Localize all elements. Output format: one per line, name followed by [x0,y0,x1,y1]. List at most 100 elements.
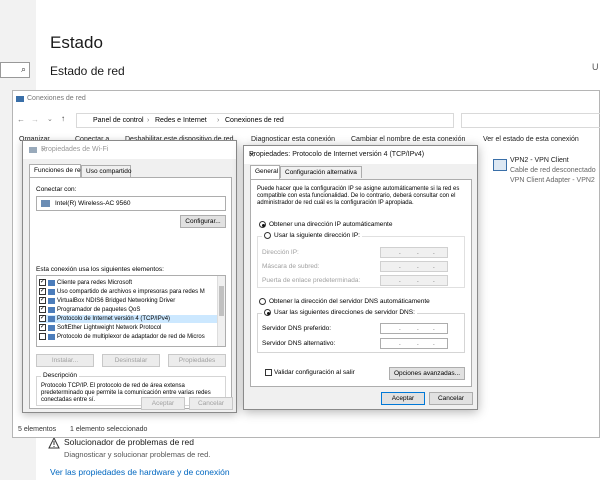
tab-panel: Puede hacer que la configuración IP se a… [250,179,472,387]
back-icon[interactable]: ← [17,115,25,124]
checkbox-checked[interactable]: ✓ [39,306,46,313]
list-item-label: Protocolo de Internet versión 4 (TCP/IPv… [57,316,171,323]
list-item-selected[interactable]: ✓ Protocolo de Internet versión 4 (TCP/IP… [39,315,217,323]
radio-label: Usar las siguientes direcciones de servi… [274,309,415,317]
radio-manual-ip[interactable]: Usar la siguiente dirección IP: [262,232,362,240]
status-bar: 5 elementos 1 elemento seleccionado [13,424,599,438]
window-title: Conexiones de red [27,95,86,102]
page-title: Estado [50,33,103,52]
checkbox-checked[interactable]: ✓ [39,288,46,295]
radio-button[interactable] [264,232,271,239]
scrollbar-thumb[interactable] [219,286,224,316]
chevron-down-icon[interactable]: ⌄ [47,115,53,123]
components-list[interactable]: ✓ Cliente para redes Microsoft ✓ Uso compa… [36,275,226,347]
list-item[interactable]: ✓ Programador de paquetes QoS [39,306,140,314]
network-client-icon [48,279,55,286]
address-bar-row: ← → ⌄ ↑ Panel de control › Redes e Inter… [13,111,600,131]
subnet-mask-field[interactable]: ... [380,261,448,272]
network-protocol-icon [48,315,55,322]
command-rename[interactable]: Cambiar el nombre de esta conexión [351,136,465,143]
troubleshooter-link[interactable]: Solucionador de problemas de red [64,437,194,447]
cancel-button[interactable]: Cancelar [429,392,473,405]
ip-address-field[interactable]: ... [380,247,448,258]
tab-alternate-config[interactable]: Configuración alternativa [280,166,362,178]
breadcrumb-item[interactable]: Conexiones de red [225,117,284,124]
ipv4-properties-dialog: Propiedades: Protocolo de Internet versi… [243,145,478,410]
command-diagnose[interactable]: Diagnosticar esta conexión [251,136,335,143]
radio-button-selected[interactable] [259,221,266,228]
checkbox-checked[interactable]: ✓ [39,315,46,322]
network-adapter-icon [493,159,507,171]
chevron-right-icon: › [147,117,150,124]
settings-search-box[interactable]: ⌕ [0,62,30,78]
dns-alternate-field[interactable]: ... [380,338,448,349]
ip-address-label: Dirección IP: [262,249,299,256]
list-item[interactable]: ✓ VirtualBox NDIS6 Bridged Networking Dri… [39,297,175,305]
checkbox-unchecked[interactable] [265,369,272,376]
gateway-field[interactable]: ... [380,275,448,286]
checkbox-checked[interactable]: ✓ [39,279,46,286]
checkbox-checked[interactable]: ✓ [39,297,46,304]
list-item[interactable]: ✓ Uso compartido de archivos e impresoras… [39,288,205,296]
dns-preferred-label: Servidor DNS preferido: [262,325,331,332]
list-item[interactable]: Protocolo de multiplexor de adaptador de… [39,333,205,341]
list-item[interactable]: ✓ SoftEther Lightweight Network Protocol [39,324,161,332]
network-protocol-icon [48,297,55,304]
connect-using-label: Conectar con: [36,186,77,193]
list-scrollbar[interactable] [217,276,225,346]
ok-button[interactable]: Aceptar [141,397,185,410]
adapter-field: Intel(R) Wireless-AC 9560 [36,196,226,211]
validate-checkbox-row[interactable]: Validar configuración al salir [265,369,355,376]
advanced-options-button[interactable]: Opciones avanzadas... [389,367,465,380]
close-icon[interactable]: ✕ [249,151,469,159]
description-label: Descripción [41,372,79,379]
radio-button-selected[interactable] [264,309,271,316]
checkbox-unchecked[interactable] [39,333,46,340]
wifi-properties-dialog: Propiedades de Wi-Fi ✕ Funciones de red … [22,140,237,413]
up-icon[interactable]: ↑ [61,114,65,123]
network-protocol-icon [48,333,55,340]
items-label: Esta conexión usa los siguientes element… [36,266,164,273]
forward-icon[interactable]: → [31,115,39,124]
properties-button[interactable]: Propiedades [168,354,226,367]
list-item-label: Uso compartido de archivos e impresoras … [57,289,205,296]
list-item-label: Cliente para redes Microsoft [57,280,133,287]
address-bar[interactable]: Panel de control › Redes e Internet › Co… [76,113,454,128]
command-status[interactable]: Ver el estado de esta conexión [483,136,579,143]
radio-auto-dns[interactable]: Obtener la dirección del servidor DNS au… [259,298,430,305]
tab-network-functions[interactable]: Funciones de red [29,164,84,178]
tab-sharing[interactable]: Uso compartido [81,165,132,177]
dialog-titlebar: Propiedades: Protocolo de Internet versi… [244,146,477,164]
hardware-properties-link[interactable]: Ver las propiedades de hardware y de con… [50,467,230,477]
breadcrumb-item[interactable]: Redes e Internet [155,117,207,124]
network-service-icon [48,306,55,313]
ok-button[interactable]: Aceptar [381,392,425,405]
uninstall-button[interactable]: Desinstalar [102,354,160,367]
list-item[interactable]: ✓ Cliente para redes Microsoft [39,279,132,287]
radio-button[interactable] [259,298,266,305]
tab-general[interactable]: General [250,165,280,179]
window-titlebar: Conexiones de red [13,91,599,109]
dns-preferred-field[interactable]: ... [380,323,448,334]
warning-icon [48,437,60,449]
gateway-label: Puerta de enlace predeterminada: [262,277,361,284]
search-icon: ⌕ [20,64,26,74]
vpn-connection-status: Cable de red desconectado [510,167,596,174]
search-input[interactable] [461,113,600,128]
cancel-button[interactable]: Cancelar [189,397,233,410]
install-button[interactable]: Instalar... [36,354,94,367]
vpn-connection-name[interactable]: VPN2 - VPN Client [510,157,569,164]
right-pane-text: U [592,62,599,72]
configure-button[interactable]: Configurar... [180,215,226,228]
network-folder-icon [16,96,24,102]
close-icon[interactable]: ✕ [41,146,228,154]
radio-manual-dns[interactable]: Usar las siguientes direcciones de servi… [262,309,417,317]
radio-auto-ip[interactable]: Obtener una dirección IP automáticamente [259,221,392,228]
network-protocol-icon [48,324,55,331]
checkbox-checked[interactable]: ✓ [39,324,46,331]
breadcrumb-item[interactable]: Panel de control [93,117,144,124]
status-item-count: 5 elementos [18,426,57,433]
chevron-right-icon: › [217,117,220,124]
subnet-mask-label: Máscara de subred: [262,263,320,270]
page-subtitle: Estado de red [50,64,125,78]
